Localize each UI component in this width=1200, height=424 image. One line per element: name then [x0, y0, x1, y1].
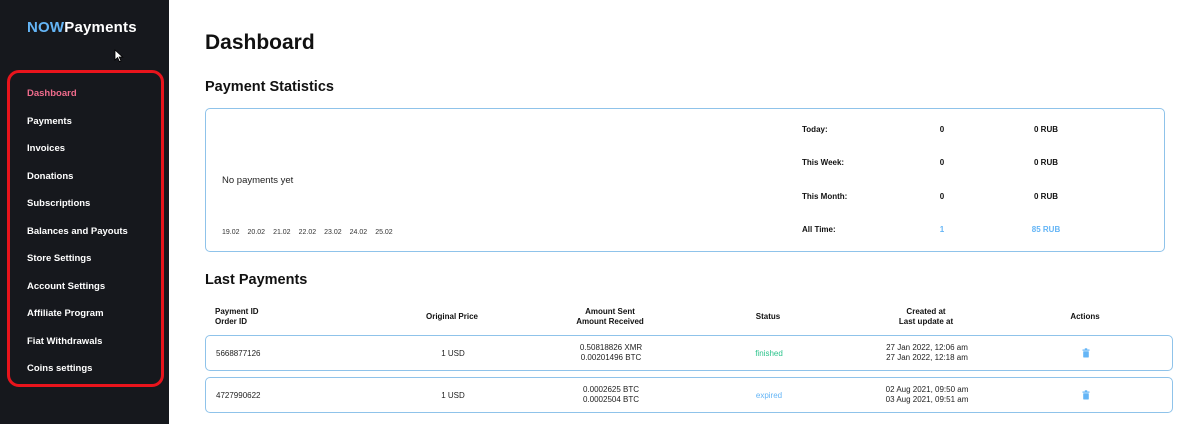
- last-payments-title: Last Payments: [205, 272, 308, 288]
- stat-amount: 0 RUB: [1033, 192, 1059, 201]
- sidebar-item-balances-and-payouts[interactable]: Balances and Payouts: [27, 222, 128, 250]
- stat-label: This Week:: [802, 158, 845, 167]
- page-title: Dashboard: [205, 31, 315, 54]
- header-original-price: Original Price: [425, 312, 479, 321]
- stat-count: 0: [939, 125, 945, 134]
- sidebar-item-fiat-withdrawals[interactable]: Fiat Withdrawals: [27, 332, 128, 360]
- header-amount-received: Amount Received: [576, 317, 644, 326]
- sidebar-item-invoices[interactable]: Invoices: [27, 139, 128, 167]
- table-row[interactable]: 4727990622 1 USD 0.0002625 BTC 0.0002504…: [205, 377, 1173, 413]
- status-badge: expired: [755, 391, 783, 400]
- sidebar-item-coins-settings[interactable]: Coins settings: [27, 359, 128, 387]
- sidebar: NOWPayments Dashboard Payments Invoices …: [0, 0, 169, 424]
- stat-label: This Month:: [802, 192, 848, 201]
- x-tick: 22.02: [298, 229, 317, 236]
- stat-row-this-month: This Month: 0 0 RUB: [802, 192, 1102, 206]
- header-order-id: Order ID: [215, 317, 248, 326]
- header-last-update: Last update at: [898, 317, 954, 326]
- original-price: 1 USD: [441, 391, 465, 400]
- x-tick: 21.02: [273, 229, 291, 236]
- stat-row-today: Today: 0 0 RUB: [802, 125, 1102, 139]
- sidebar-item-account-settings[interactable]: Account Settings: [27, 277, 128, 305]
- payment-id[interactable]: 5668877126: [216, 349, 261, 359]
- stat-label: Today:: [802, 125, 828, 134]
- created-at: 27 Jan 2022, 12:06 am: [886, 343, 968, 352]
- payments-table-header: Payment ID Order ID Original Price Amoun…: [205, 307, 1173, 331]
- stat-count[interactable]: 1: [940, 225, 944, 234]
- mouse-cursor-icon: [114, 49, 124, 63]
- stat-amount[interactable]: 85 RUB: [1032, 225, 1060, 234]
- sidebar-item-dashboard[interactable]: Dashboard: [27, 84, 128, 112]
- header-dates: Created at Last update at: [899, 307, 953, 327]
- stat-count: 0: [939, 158, 945, 167]
- header-payment-order-id: Payment ID Order ID: [215, 307, 259, 327]
- x-tick: 24.02: [349, 229, 368, 236]
- x-tick: 19.02: [222, 229, 240, 236]
- sidebar-item-affiliate-program[interactable]: Affiliate Program: [27, 304, 128, 332]
- table-row[interactable]: 5668877126 1 USD 0.50818826 XMR 0.002014…: [205, 335, 1173, 371]
- chart-x-axis: 19.02 20.02 21.02 22.02 23.02 24.02 25.0…: [222, 229, 393, 236]
- sidebar-item-subscriptions[interactable]: Subscriptions: [27, 194, 128, 222]
- header-payment-id: Payment ID: [215, 307, 259, 316]
- dates: 02 Aug 2021, 09:50 am 03 Aug 2021, 09:51…: [886, 385, 969, 405]
- stat-row-all-time: All Time: 1 85 RUB: [802, 225, 1102, 239]
- logo[interactable]: NOWPayments: [27, 19, 137, 36]
- stat-row-this-week: This Week: 0 0 RUB: [802, 158, 1102, 172]
- amount-sent: 0.50818826 XMR: [579, 343, 643, 352]
- stat-label: All Time:: [802, 225, 836, 234]
- x-tick: 25.02: [375, 229, 393, 236]
- stat-amount: 0 RUB: [1033, 125, 1059, 134]
- amounts: 0.0002625 BTC 0.0002504 BTC: [583, 385, 639, 405]
- status-badge: finished: [755, 349, 783, 358]
- amount-received: 0.0002504 BTC: [582, 395, 640, 404]
- sidebar-item-donations[interactable]: Donations: [27, 167, 128, 195]
- stat-amount: 0 RUB: [1033, 158, 1059, 167]
- created-at: 02 Aug 2021, 09:50 am: [885, 385, 969, 394]
- x-tick: 23.02: [324, 229, 342, 236]
- dates: 27 Jan 2022, 12:06 am 27 Jan 2022, 12:18…: [886, 343, 968, 363]
- payment-id[interactable]: 4727990622: [216, 391, 261, 401]
- header-actions: Actions: [1070, 312, 1100, 321]
- header-created-at: Created at: [906, 307, 946, 316]
- amount-sent: 0.0002625 BTC: [582, 385, 640, 394]
- sidebar-item-payments[interactable]: Payments: [27, 112, 128, 140]
- payment-statistics-title: Payment Statistics: [205, 79, 334, 95]
- trash-icon[interactable]: [1082, 348, 1090, 358]
- logo-payments: Payments: [64, 19, 137, 36]
- last-update: 03 Aug 2021, 09:51 am: [885, 395, 969, 404]
- x-tick: 20.02: [247, 229, 266, 236]
- last-update: 27 Jan 2022, 12:18 am: [886, 353, 968, 362]
- payment-statistics-card: No payments yet 19.02 20.02 21.02 22.02 …: [205, 108, 1165, 252]
- header-amounts: Amount Sent Amount Received: [576, 307, 644, 327]
- sidebar-item-store-settings[interactable]: Store Settings: [27, 249, 128, 277]
- trash-icon[interactable]: [1082, 390, 1090, 400]
- empty-chart-text: No payments yet: [222, 175, 294, 186]
- sidebar-nav: Dashboard Payments Invoices Donations Su…: [27, 84, 128, 387]
- amount-received: 0.00201496 BTC: [580, 353, 642, 362]
- logo-now: NOW: [27, 19, 65, 36]
- stat-count: 0: [939, 192, 945, 201]
- amounts: 0.50818826 XMR 0.00201496 BTC: [580, 343, 642, 363]
- header-status: Status: [755, 312, 781, 321]
- original-price: 1 USD: [441, 349, 465, 358]
- header-amount-sent: Amount Sent: [585, 307, 635, 316]
